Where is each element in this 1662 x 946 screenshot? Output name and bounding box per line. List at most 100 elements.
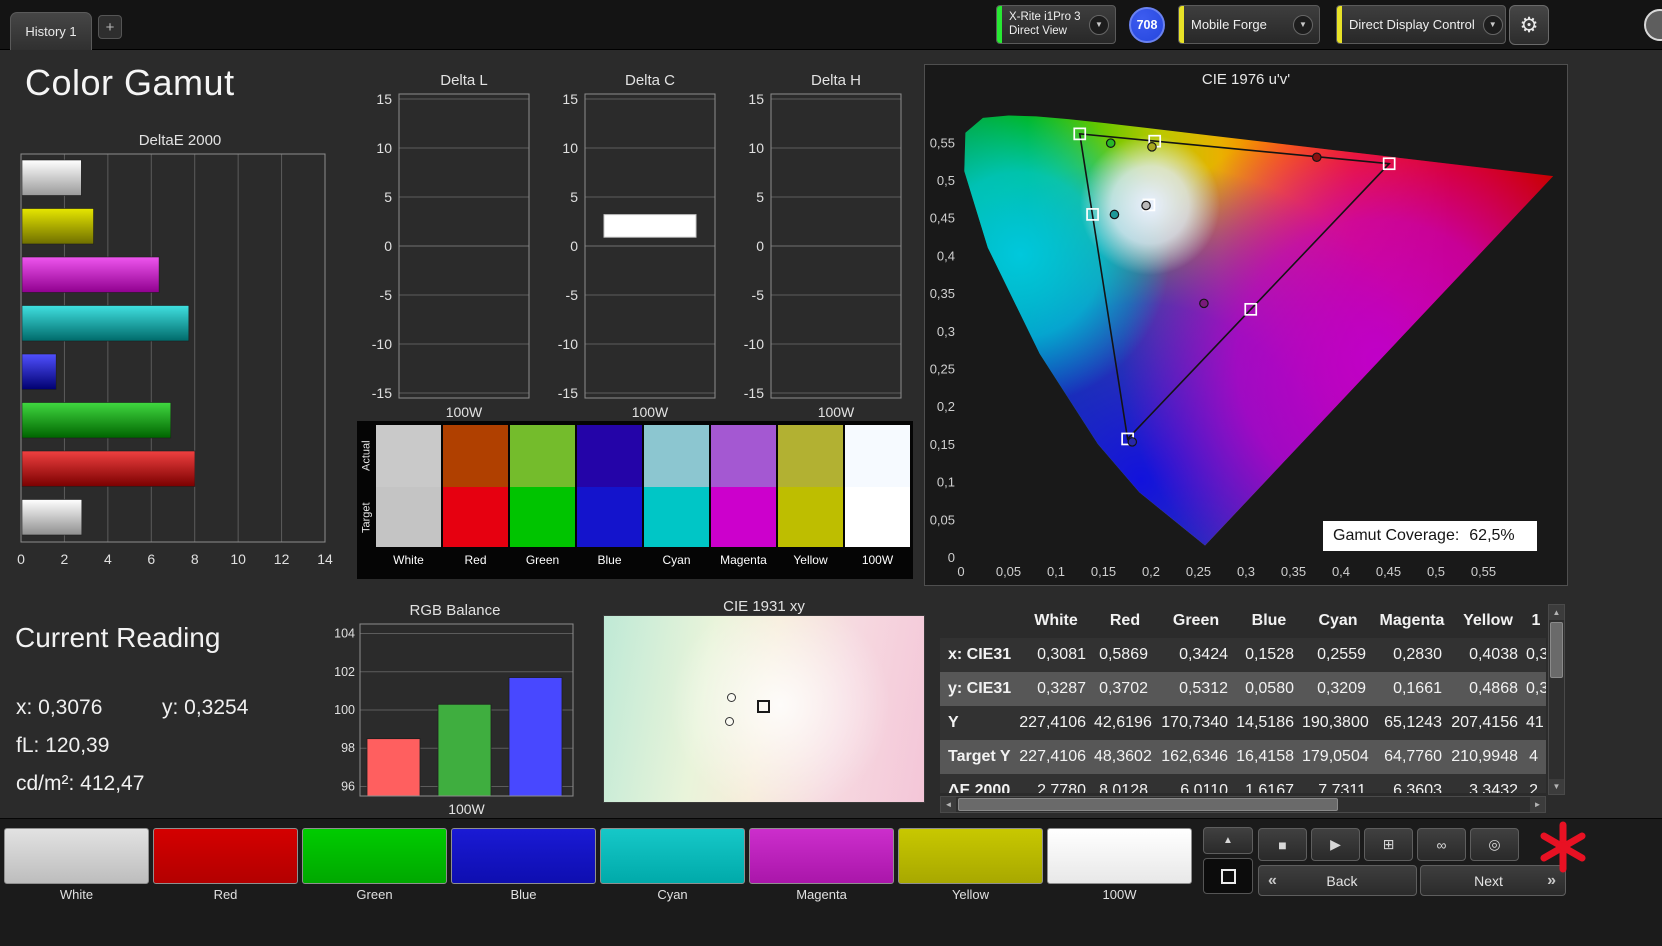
deltae-bar-red	[21, 450, 196, 487]
scroll-left-icon[interactable]: ◄	[941, 797, 956, 812]
chart-plot: 15 10 5 0 -5 -10 -15	[355, 90, 535, 402]
svg-text:0,45: 0,45	[930, 211, 955, 226]
rgb-balance-title: RGB Balance	[409, 602, 501, 619]
table-cell: 227,4106	[1019, 748, 1086, 765]
target-button[interactable]: ◎	[1470, 828, 1519, 861]
pattern-swatch-label: Magenta	[796, 887, 847, 902]
tab-history-1[interactable]: History 1	[10, 12, 92, 50]
row-label: y: CIE31	[948, 680, 1012, 697]
rgb-bar-green	[437, 703, 492, 797]
swatch-label: Cyan	[662, 553, 691, 567]
table-cell: 0,3	[1526, 680, 1546, 697]
actual-swatch	[845, 425, 910, 487]
table-cell: 1,6167	[1245, 782, 1294, 793]
row-label: Target Y	[948, 748, 1011, 765]
window-square-icon	[1220, 868, 1236, 884]
swatch-label: Blue	[597, 553, 622, 567]
back-chevron-icon: «	[1268, 871, 1277, 889]
table-row: Target Y 227,4106 48,3602 162,6346 16,4158 17…	[940, 740, 1546, 774]
display-control-dropdown[interactable]: Direct Display Control ▼	[1336, 5, 1506, 44]
svg-text:12: 12	[274, 551, 290, 567]
pattern-window-button[interactable]: ⊞	[1364, 828, 1413, 861]
table-header-row: White Red Green Blue Cyan Magenta Yellow 1	[940, 604, 1546, 638]
chevron-down-icon[interactable]: ▼	[1293, 14, 1313, 35]
pattern-swatch-label: Cyan	[657, 887, 688, 902]
table-cell: 41	[1526, 714, 1544, 731]
add-tab-button[interactable]: +	[98, 15, 122, 39]
back-button[interactable]: « Back	[1258, 865, 1417, 896]
table-cell: 6,0110	[1180, 782, 1228, 793]
stop-button[interactable]: ■	[1258, 828, 1307, 861]
table-horizontal-scrollbar[interactable]: ◄ ►	[940, 796, 1546, 813]
reading-cdm2: cd/m²: 412,47	[16, 772, 145, 795]
settings-gear-button[interactable]: ⚙	[1509, 5, 1549, 45]
h-scroll-thumb[interactable]	[958, 798, 1338, 811]
v-scroll-track[interactable]	[1549, 620, 1564, 779]
scroll-down-icon[interactable]: ▼	[1549, 779, 1564, 794]
pattern-source-accent-strip	[1179, 6, 1184, 43]
gamut-coverage-label: Gamut Coverage:	[1333, 527, 1460, 544]
pattern-swatch-label: Green	[356, 887, 393, 902]
table-cell: 227,4106	[1019, 714, 1086, 731]
pattern-swatch-green[interactable]	[302, 828, 447, 884]
svg-text:0: 0	[17, 551, 25, 567]
target-swatch	[644, 487, 709, 547]
svg-text:5: 5	[384, 189, 392, 205]
deltae-bar-magenta	[21, 256, 160, 293]
chevron-down-icon[interactable]: ▼	[1089, 14, 1109, 35]
table-cell: 0,1528	[1245, 646, 1294, 663]
deltaC-bar	[603, 214, 697, 238]
pattern-swatch-100w[interactable]	[1047, 828, 1192, 884]
svg-text:0,15: 0,15	[1091, 564, 1116, 579]
swatch-row-labels: Actual Target	[359, 425, 374, 579]
target-swatch	[376, 487, 441, 547]
continuous-read-button[interactable]: ∞	[1417, 828, 1466, 861]
measured-dot-yellow	[1147, 142, 1157, 152]
chevron-down-icon[interactable]: ▼	[1482, 14, 1503, 35]
h-scroll-track[interactable]	[956, 797, 1530, 812]
swatch-side-label: Actual	[360, 440, 373, 472]
svg-text:-5: -5	[380, 287, 393, 303]
swatch-label: Red	[464, 553, 487, 567]
cie-1931-title: CIE 1931 xy	[723, 598, 805, 615]
measured-dot-green	[1105, 138, 1116, 148]
pattern-swatch-white[interactable]	[4, 828, 149, 884]
x-axis-label: 100W	[445, 404, 483, 420]
pattern-up-button[interactable]: ▲	[1203, 827, 1253, 854]
table-row: Y 227,4106 42,6196 170,7340 14,5186 190,3800 6…	[940, 706, 1546, 740]
pattern-swatch-blue[interactable]	[451, 828, 596, 884]
deltae2000-chart: 0 2 4 6 8 10 12 14	[14, 150, 344, 580]
swatch-label: Yellow	[793, 553, 828, 567]
scroll-right-icon[interactable]: ►	[1530, 797, 1545, 812]
v-scroll-thumb[interactable]	[1550, 622, 1563, 678]
pattern-source-dropdown[interactable]: Mobile Forge ▼	[1178, 5, 1320, 44]
svg-text:0,5: 0,5	[1427, 564, 1445, 579]
svg-text:-10: -10	[558, 336, 578, 352]
pattern-swatch-yellow[interactable]	[898, 828, 1043, 884]
corner-circle-button[interactable]	[1644, 9, 1662, 41]
svg-text:0,45: 0,45	[1376, 564, 1401, 579]
measure-asterisk-icon	[1536, 820, 1590, 874]
table-header-cell: 1	[1531, 612, 1541, 629]
rgb-bar-red	[366, 738, 421, 797]
svg-text:-15: -15	[558, 385, 578, 401]
svg-text:8: 8	[191, 551, 199, 567]
pattern-swatch-red[interactable]	[153, 828, 298, 884]
svg-text:14: 14	[317, 551, 333, 567]
pattern-swatch-magenta[interactable]	[749, 828, 894, 884]
meter-dropdown[interactable]: X-Rite i1Pro 3 Direct View ▼	[996, 5, 1116, 44]
pattern-swatch-label: White	[59, 887, 94, 902]
svg-text:96: 96	[341, 779, 355, 793]
svg-text:0,05: 0,05	[930, 512, 955, 527]
pattern-swatch-cyan[interactable]	[600, 828, 745, 884]
scroll-up-icon[interactable]: ▲	[1549, 605, 1564, 620]
table-cell: 2	[1529, 782, 1538, 793]
pattern-window-toggle-button[interactable]	[1203, 858, 1253, 894]
svg-text:2: 2	[61, 551, 69, 567]
table-vertical-scrollbar[interactable]: ▲ ▼	[1548, 604, 1565, 795]
actual-swatch	[577, 425, 642, 487]
play-button[interactable]: ▶	[1311, 828, 1360, 861]
svg-text:4: 4	[104, 551, 112, 567]
svg-text:0: 0	[756, 238, 764, 254]
measured-dot-white	[1141, 200, 1151, 211]
